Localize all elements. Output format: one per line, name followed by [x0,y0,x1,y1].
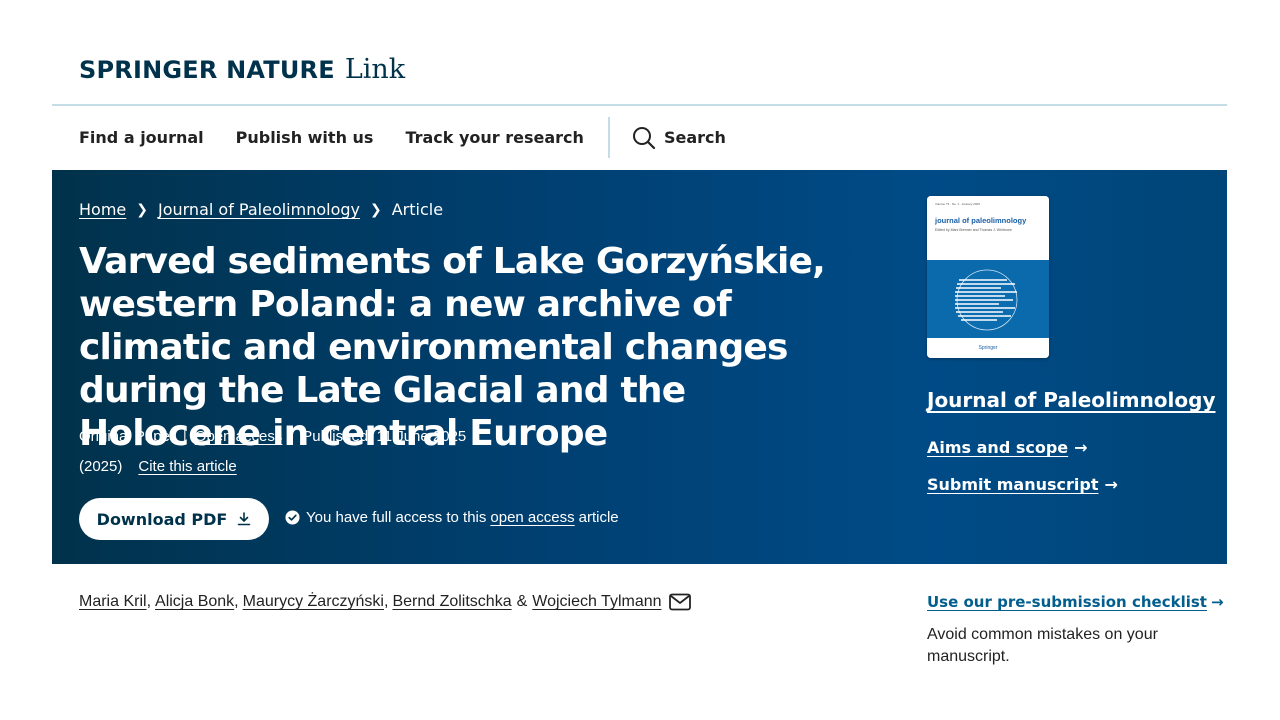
cover-title: journal of paleolimnology [935,216,1027,225]
aims-scope-link[interactable]: Aims and scope → [927,438,1088,457]
breadcrumb-current: Article [391,200,444,219]
search-label: Search [663,128,726,147]
access-note: You have full access to this open access… [285,509,619,526]
article-year: (2025) [79,458,123,475]
article-title: Varved sediments of Lake Gorzyńskie, wes… [79,241,826,454]
cover-editors: Edited by Mark Brenner and Thomas J. Whi… [935,228,1012,232]
nav-separator [607,117,610,158]
breadcrumb: Home ❯ Journal of Paleolimnology ❯ Artic… [79,200,443,219]
search-icon [632,126,656,149]
nav-find-journal[interactable]: Find a journal [79,128,204,147]
author-list: Maria Kril, Alicja Bonk, Maurycy Żarczyń… [79,593,691,611]
breadcrumb-home[interactable]: Home [79,200,126,219]
download-pdf-button[interactable]: Download PDF [79,498,269,540]
cover-artwork [927,260,1049,338]
site-logo[interactable]: SPRINGER NATURE Link [79,54,405,85]
search-button[interactable]: Search [632,126,726,150]
article-meta-2: (2025) Cite this article [79,458,237,475]
cover-meta: Volume 73 · No. 1 · January 2025 [935,202,980,206]
author-link[interactable]: Wojciech Tylmann [532,593,661,611]
download-icon [238,512,251,526]
submit-manuscript-link[interactable]: Submit manuscript → [927,475,1118,494]
arrow-right-icon: → [1074,438,1088,457]
chevron-right-icon: ❯ [370,201,382,218]
checklist-description: Avoid common mistakes on your manuscript… [927,626,1158,665]
open-access-link[interactable]: Open access [195,428,283,445]
journal-name-link[interactable]: Journal of Paleolimnology [927,388,1216,412]
cover-publisher: Springer [927,338,1049,358]
article-hero: Home ❯ Journal of Paleolimnology ❯ Artic… [52,170,1227,564]
author-link[interactable]: Alicja Bonk [155,593,234,611]
nav-track-research[interactable]: Track your research [405,128,584,147]
cite-link[interactable]: Cite this article [138,458,236,475]
published-date: Published: 11 June 2025 [302,428,467,445]
arrow-right-icon: → [1210,593,1224,611]
article-meta: Original Paper | Open access | Published… [79,428,467,445]
breadcrumb-journal[interactable]: Journal of Paleolimnology [158,200,360,219]
header-divider [52,104,1227,106]
nav-publish[interactable]: Publish with us [236,128,374,147]
author-link[interactable]: Maurycy Żarczyński [243,593,384,611]
journal-cover[interactable]: Volume 73 · No. 1 · January 2025 journal… [927,196,1049,358]
check-circle-icon [285,510,300,525]
access-note-link[interactable]: open access [490,509,574,526]
checklist-link[interactable]: Use our pre-submission checklist → [927,593,1224,611]
main-nav: Find a journal Publish with us Track you… [79,117,726,158]
download-pdf-label: Download PDF [96,509,228,529]
article-type: Original Paper [79,428,175,445]
author-link[interactable]: Bernd Zolitschka [392,593,511,611]
arrow-right-icon: → [1104,475,1118,494]
mail-icon[interactable] [668,593,691,611]
logo-brand: SPRINGER NATURE [79,56,335,84]
logo-suffix: Link [344,54,406,85]
chevron-right-icon: ❯ [136,201,148,218]
author-link[interactable]: Maria Kril [79,593,147,611]
